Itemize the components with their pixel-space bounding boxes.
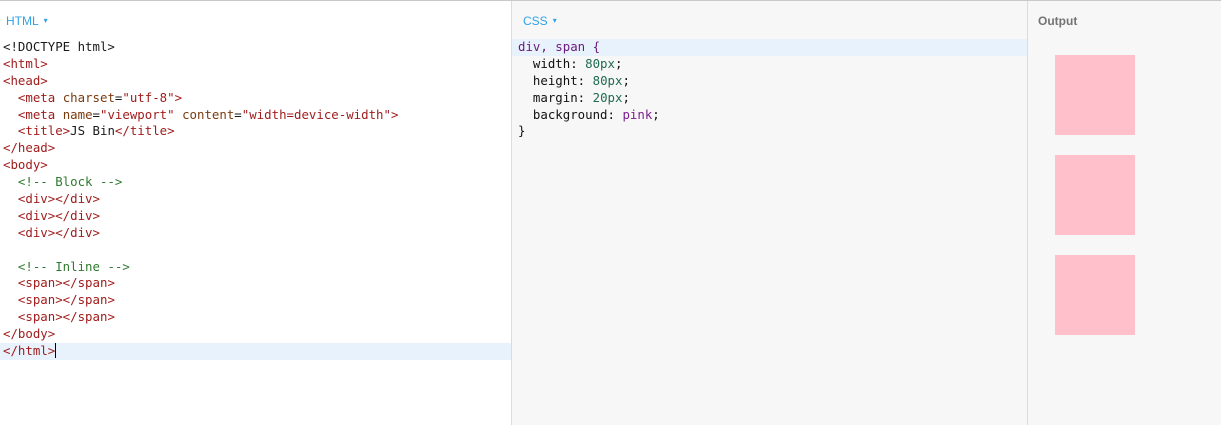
code-line[interactable]: <title>JS Bin</title> [0,123,511,140]
output-panel: Output [1027,1,1221,425]
code-token: </body> [3,326,56,342]
output-div-box [1055,55,1135,135]
code-token: width: [518,55,586,71]
code-token: margin: [518,89,593,105]
code-token: JS Bin [70,123,115,139]
code-token: div, span { [518,39,601,54]
code-token: > [174,89,183,105]
code-line[interactable]: <html> [0,56,511,73]
code-line[interactable]: div, span { [512,39,1027,56]
code-token: content [182,106,235,122]
code-line[interactable]: <!-- Block --> [0,174,511,191]
code-token: <div></div> [17,207,100,223]
html-editor-panel[interactable]: HTML ▾ <!DOCTYPE html> <html> <head> <meta … [0,1,511,425]
code-token: <!-- Inline --> [17,258,130,274]
code-token: "width=device-width" [241,106,391,122]
code-token: <head> [3,72,48,88]
code-token: 80px [592,72,623,88]
code-token: } [518,123,526,139]
html-code-editor[interactable]: <!DOCTYPE html> <html> <head> <meta charse… [0,39,511,360]
code-token: ; [622,89,630,105]
code-token: <body> [3,157,48,173]
code-token: <html> [3,55,48,71]
code-token: "viewport" [100,106,175,122]
code-line[interactable]: </html> [0,343,511,360]
code-token: <span></span> [17,275,115,291]
code-line[interactable]: <span></span> [0,309,511,326]
code-line[interactable]: <div></div> [0,225,511,242]
code-line[interactable]: <span></span> [0,275,511,292]
css-panel-header[interactable]: CSS ▾ [523,14,557,28]
output-panel-title: Output [1038,14,1078,28]
css-editor-panel[interactable]: CSS ▾ div, span { width: 80px; height: 80… [511,1,1027,425]
code-token: <meta [17,106,63,122]
code-line[interactable]: <span></span> [0,292,511,309]
html-panel-header[interactable]: HTML ▾ [6,14,48,28]
code-line[interactable]: } [512,123,1027,140]
code-line[interactable]: <!-- Inline --> [0,259,511,276]
html-panel-title[interactable]: HTML [6,14,39,28]
code-line[interactable]: <meta charset="utf-8"> [0,90,511,107]
code-line[interactable]: </head> [0,140,511,157]
code-token: <div></div> [17,224,100,240]
code-token: ; [622,72,630,88]
code-token: > [390,106,399,122]
code-line[interactable]: <body> [0,157,511,174]
code-token: </html> [3,343,56,359]
css-panel-title[interactable]: CSS [523,14,548,28]
code-line[interactable]: </body> [0,326,511,343]
code-token: <meta [17,89,63,105]
code-token: name [62,106,93,122]
code-token: 80px [585,55,615,71]
code-line[interactable]: <div></div> [0,191,511,208]
code-token: height: [518,72,593,88]
code-line[interactable]: <!DOCTYPE html> [0,39,511,56]
code-token: </head> [3,140,56,156]
code-token: <!-- Block --> [17,174,123,190]
chevron-down-icon[interactable]: ▾ [553,16,557,25]
code-token: <div></div> [17,191,100,207]
code-token: = [92,106,100,122]
code-token: <!DOCTYPE html> [3,39,115,54]
code-line[interactable]: height: 80px; [512,73,1027,90]
code-token: </title> [114,123,175,139]
code-token: <title> [17,123,71,139]
code-token: pink [622,106,653,122]
code-token: ; [614,55,623,71]
code-token: "utf-8" [122,89,175,105]
code-token: <span></span> [17,309,115,325]
css-code-editor[interactable]: div, span { width: 80px; height: 80px; m… [512,39,1027,140]
code-token: = [234,106,242,122]
code-line[interactable] [0,242,511,259]
code-token: 20px [592,89,623,105]
code-line[interactable]: <head> [0,73,511,90]
code-token: ; [652,106,660,122]
output-div-box [1055,255,1135,335]
code-token: background: [518,106,623,122]
chevron-down-icon[interactable]: ▾ [44,16,48,25]
code-token: <span></span> [17,292,115,308]
code-token: charset [62,89,115,105]
output-div-box [1055,155,1135,235]
code-line[interactable]: background: pink; [512,107,1027,124]
code-line[interactable]: <div></div> [0,208,511,225]
code-line[interactable]: margin: 20px; [512,90,1027,107]
code-line[interactable]: width: 80px; [512,56,1027,73]
code-line[interactable]: <meta name="viewport" content="width=dev… [0,107,511,124]
text-cursor [55,343,57,359]
